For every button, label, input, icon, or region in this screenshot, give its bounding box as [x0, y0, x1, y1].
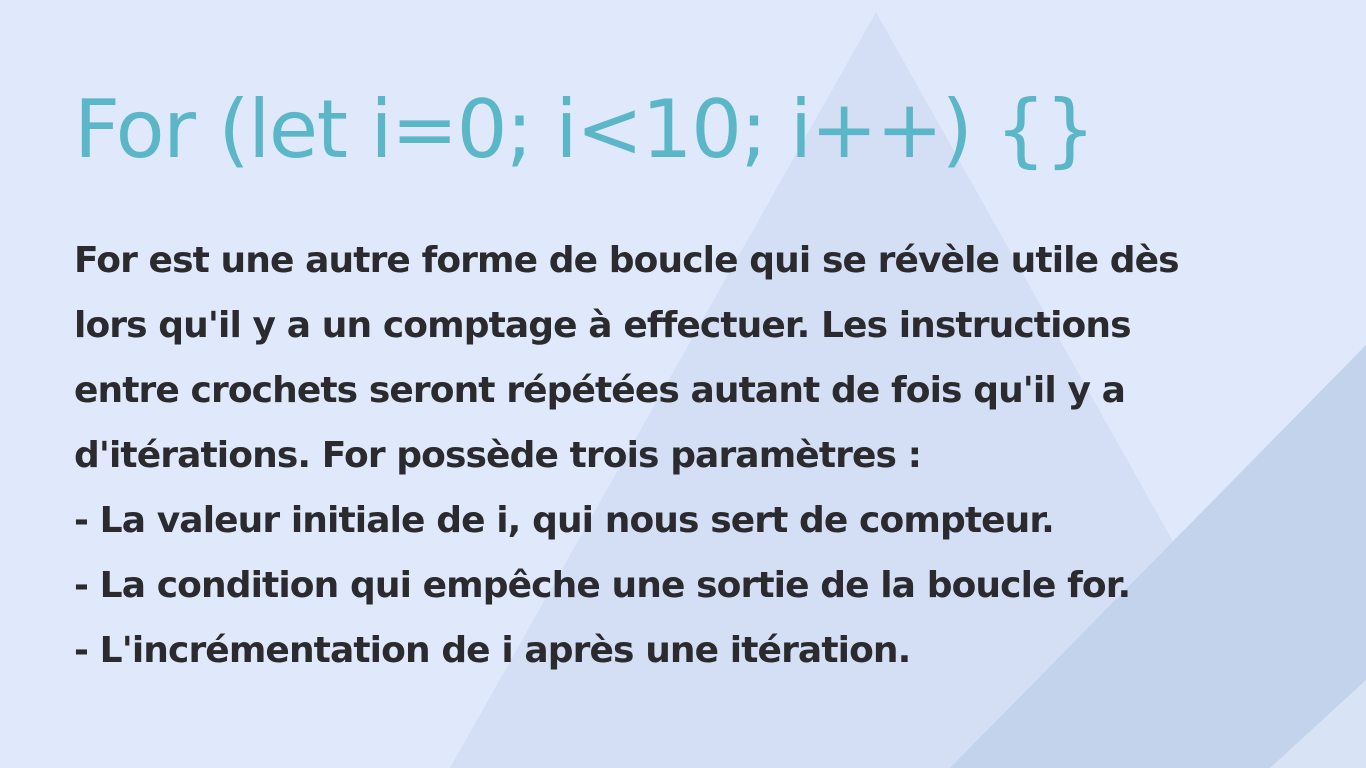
- bullet-item: - La valeur initiale de i, qui nous sert…: [74, 500, 1055, 541]
- body-line: d'itérations. For possède trois paramètr…: [74, 435, 922, 476]
- bullet-item: - La condition qui empêche une sortie de…: [74, 565, 1131, 606]
- slide-title: For (let i=0; i<10; i++) {}: [74, 83, 1096, 176]
- body-line: entre crochets seront répétées autant de…: [74, 370, 1126, 411]
- bullet-item: - L'incrémentation de i après une itérat…: [74, 630, 911, 671]
- body-line: For est une autre forme de boucle qui se…: [74, 240, 1180, 281]
- slide-content: For (let i=0; i<10; i++) {} For est une …: [74, 78, 1324, 683]
- slide-body: For est une autre forme de boucle qui se…: [74, 228, 1324, 683]
- body-line: lors qu'il y a un comptage à effectuer. …: [74, 305, 1132, 346]
